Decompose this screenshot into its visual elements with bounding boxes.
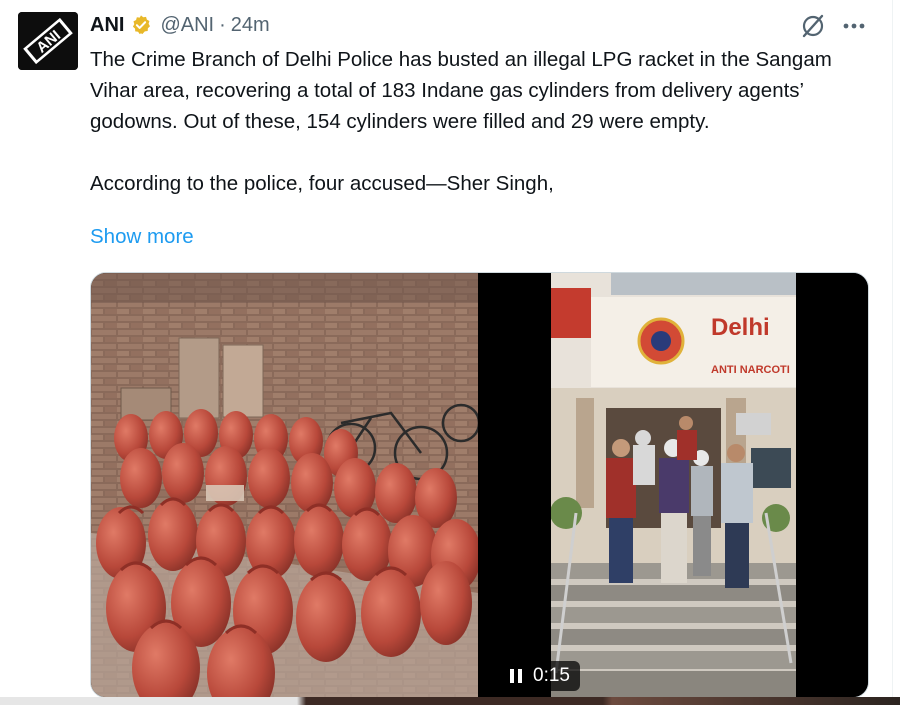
avatar[interactable]: ANI	[18, 12, 78, 70]
tweet[interactable]: ANI ANI @ANI · 24m The Crime Branch of D…	[0, 0, 900, 705]
author-handle[interactable]: @ANI	[160, 14, 214, 37]
ani-logo-icon: ANI	[18, 12, 78, 70]
verified-badge-icon	[130, 14, 152, 36]
video-controls: 0:15	[499, 661, 580, 691]
next-tweet-edge	[0, 697, 900, 705]
grok-icon[interactable]	[800, 13, 826, 39]
more-icon[interactable]	[840, 13, 868, 39]
show-more-link[interactable]: Show more	[90, 225, 194, 249]
tweet-header: ANI @ANI · 24m	[90, 10, 270, 40]
sign-delhi-text: Delhi	[711, 314, 770, 341]
video-frame: Delhi ANTI NARCOTI	[551, 273, 796, 697]
separator: ·	[219, 13, 226, 36]
tweet-media[interactable]: Delhi ANTI NARCOTI 0:15	[90, 272, 869, 698]
police-video[interactable]: Delhi ANTI NARCOTI 0:15	[481, 273, 868, 697]
tweet-text: The Crime Branch of Delhi Police has bus…	[90, 48, 832, 195]
sign-anti-narcotics-text: ANTI NARCOTI	[711, 364, 790, 376]
cylinders-photo[interactable]	[91, 273, 478, 697]
pause-icon[interactable]	[509, 668, 523, 684]
author-name[interactable]: ANI	[90, 14, 124, 37]
timestamp[interactable]: 24m	[231, 14, 270, 37]
video-timestamp: 0:15	[533, 665, 570, 686]
